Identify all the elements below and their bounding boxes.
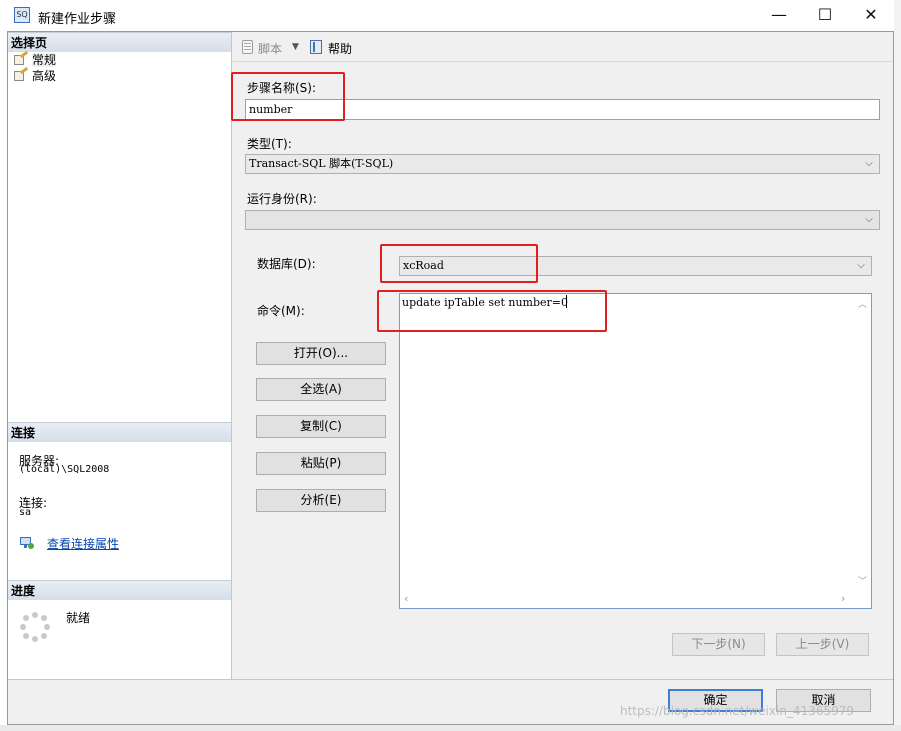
help-icon [309,39,324,55]
scroll-left-icon[interactable]: ‹ [404,592,408,605]
progress-spinner-icon [20,612,50,642]
highlight-box-step-name [231,72,345,121]
page-item-advanced[interactable]: 高级 [8,66,231,84]
connection-properties-icon [19,536,35,550]
page-item-label: 常规 [32,53,57,67]
scroll-up-icon[interactable]: ︿ [858,297,867,310]
command-label: 命令(M): [257,304,305,318]
next-step-button[interactable]: 下一步(N) [672,633,765,656]
type-select-value: Transact-SQL 脚本(T-SQL) [249,157,394,170]
watermark: https://blog.csdn.net/weixin_41365979 [620,704,855,718]
type-label: 类型(T): [247,137,292,151]
minimize-button[interactable]: — [756,0,802,32]
command-editor[interactable]: ︿ ﹀ ‹ › [399,293,872,609]
maximize-button[interactable]: ☐ [802,0,848,32]
run-as-label: 运行身份(R): [247,192,317,206]
server-value: (local)\SQL2008 [19,464,110,475]
scroll-down-icon[interactable]: ﹀ [858,574,867,587]
left-panel: 选择页 常规 高级 连接 服务器: (local)\SQL2008 连接: sa… [8,32,232,679]
type-select[interactable]: Transact-SQL 脚本(T-SQL) ⌵ [245,154,880,174]
highlight-box-database [380,244,538,283]
horizontal-scrollbar[interactable]: ‹ › [400,591,857,608]
progress-header: 进度 [8,580,231,600]
previous-step-button[interactable]: 上一步(V) [776,633,869,656]
parse-button[interactable]: 分析(E) [256,489,386,512]
chevron-down-icon[interactable]: ⌵ [855,260,867,272]
page-item-label: 高级 [32,69,57,83]
chevron-down-icon[interactable]: ▼ [292,42,299,52]
run-as-select[interactable]: ⌵ [245,210,880,230]
open-button[interactable]: 打开(O)... [256,342,386,365]
view-connection-properties-link[interactable]: 查看连接属性 [47,535,119,552]
select-all-button[interactable]: 全选(A) [256,378,386,401]
script-icon [240,39,256,55]
title-bar: SQ 新建作业步骤 — ☐ ✕ [0,0,901,32]
help-button[interactable]: 帮助 [328,40,352,57]
script-button[interactable]: 脚本 [258,40,282,57]
highlight-box-command [377,290,607,332]
database-label: 数据库(D): [257,257,316,271]
property-page-icon [12,50,29,66]
chevron-down-icon[interactable]: ⌵ [863,158,875,170]
copy-button[interactable]: 复制(C) [256,415,386,438]
background-window-edge [0,725,901,731]
background-window-edge [894,0,901,731]
scroll-right-icon[interactable]: › [841,592,845,605]
property-page-icon [12,66,29,82]
sql-agent-icon: SQ [14,7,30,23]
connection-header: 连接 [8,422,231,442]
paste-button[interactable]: 粘贴(P) [256,452,386,475]
chevron-down-icon[interactable]: ⌵ [863,214,875,226]
connection-value: sa [19,507,32,518]
vertical-scrollbar[interactable]: ︿ ﹀ [855,294,871,590]
window-title: 新建作业步骤 [38,12,117,27]
select-page-header: 选择页 [8,32,231,52]
progress-status: 就绪 [66,611,91,625]
close-button[interactable]: ✕ [848,0,894,32]
page-item-general[interactable]: 常规 [8,50,231,68]
